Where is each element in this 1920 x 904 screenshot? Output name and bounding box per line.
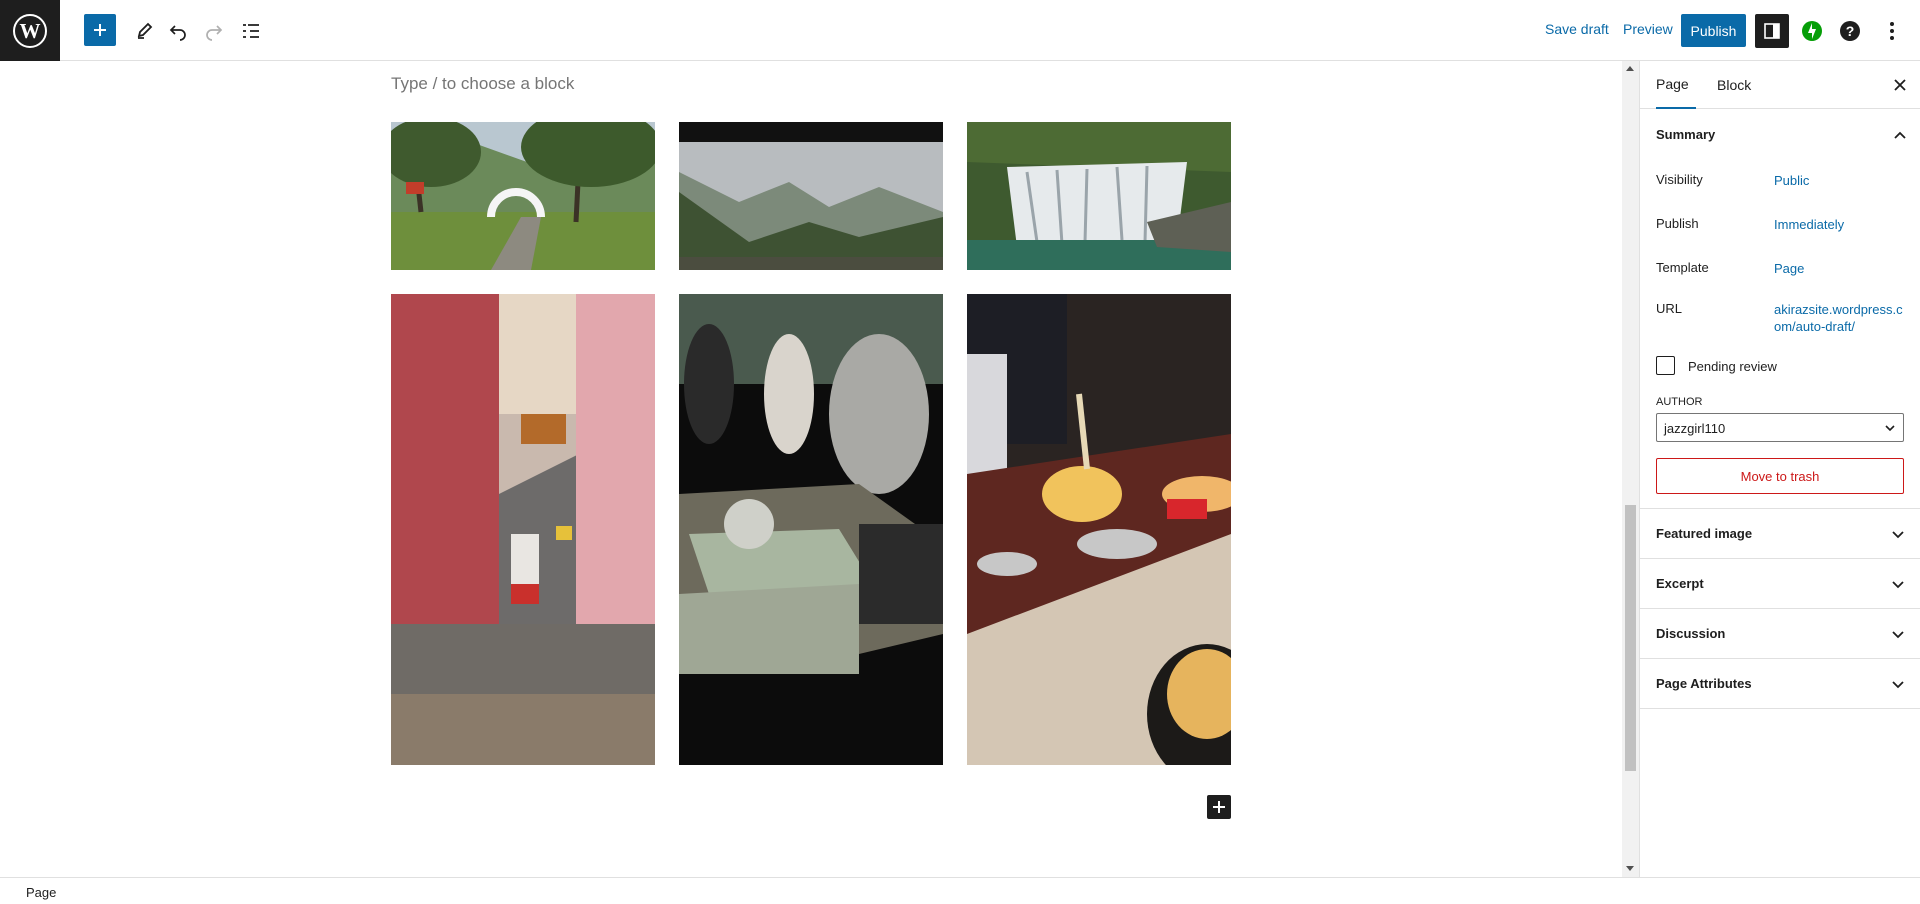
- author-select-value: jazzgirl110: [1664, 421, 1726, 436]
- tab-block[interactable]: Block: [1717, 61, 1757, 109]
- more-options-icon[interactable]: [1880, 16, 1904, 46]
- page-attributes-panel-title: Page Attributes: [1656, 676, 1752, 691]
- url-label: URL: [1656, 301, 1683, 316]
- pending-review-label: Pending review: [1688, 359, 1777, 374]
- url-value[interactable]: akirazsite.wordpress.c om/auto-draft/: [1774, 301, 1904, 335]
- redo-icon[interactable]: [199, 16, 229, 46]
- template-value[interactable]: Page: [1774, 260, 1804, 277]
- excerpt-panel[interactable]: Excerpt: [1640, 559, 1920, 609]
- append-block-button[interactable]: [1207, 795, 1231, 819]
- featured-image-panel-title: Featured image: [1656, 526, 1753, 541]
- svg-text:?: ?: [1846, 23, 1855, 39]
- gallery-image-park-bridge[interactable]: [391, 122, 655, 270]
- block-placeholder[interactable]: Type / to choose a block: [391, 74, 574, 94]
- jetpack-icon[interactable]: [1799, 18, 1825, 44]
- chevron-down-icon: [1892, 531, 1904, 539]
- undo-icon[interactable]: [163, 16, 193, 46]
- scroll-down-arrow-icon[interactable]: [1626, 866, 1634, 871]
- sidebar-tabs: Page Block: [1640, 61, 1920, 109]
- chevron-down-icon: [1892, 681, 1904, 689]
- settings-sidebar: Page Block Summary Visibility Public Pub…: [1639, 61, 1920, 877]
- publish-label: Publish: [1656, 216, 1699, 231]
- gallery-image-restaurant-meal[interactable]: [967, 294, 1231, 765]
- tab-page[interactable]: Page: [1656, 61, 1696, 109]
- publish-date-value[interactable]: Immediately: [1774, 216, 1844, 233]
- summary-panel-title[interactable]: Summary: [1656, 127, 1715, 142]
- gallery-image-jade-market[interactable]: [679, 294, 943, 765]
- save-draft-button[interactable]: Save draft: [1545, 21, 1609, 37]
- add-block-button[interactable]: [84, 14, 116, 46]
- scroll-up-arrow-icon[interactable]: [1626, 66, 1634, 71]
- scrollbar-thumb[interactable]: [1625, 505, 1636, 771]
- gallery-image-waterfall[interactable]: [967, 122, 1231, 270]
- wordpress-logo-icon[interactable]: W: [0, 0, 60, 61]
- canvas-scrollbar[interactable]: [1622, 61, 1639, 877]
- discussion-panel-title: Discussion: [1656, 626, 1726, 641]
- chevron-down-icon: [1892, 581, 1904, 589]
- editor-canvas: Type / to choose a block: [0, 61, 1622, 877]
- settings-sidebar-toggle-icon[interactable]: [1755, 14, 1789, 48]
- document-overview-list-icon[interactable]: [236, 16, 266, 46]
- featured-image-panel[interactable]: Featured image: [1640, 509, 1920, 559]
- chevron-down-icon: [1885, 425, 1895, 432]
- chevron-up-icon[interactable]: [1888, 123, 1912, 147]
- pending-review-checkbox[interactable]: [1656, 356, 1675, 375]
- author-label: AUTHOR: [1656, 396, 1703, 408]
- help-icon[interactable]: ?: [1837, 18, 1863, 44]
- excerpt-panel-title: Excerpt: [1656, 576, 1704, 591]
- summary-panel: Summary Visibility Public Publish Immedi…: [1640, 109, 1920, 509]
- visibility-value[interactable]: Public: [1774, 172, 1809, 189]
- discussion-panel[interactable]: Discussion: [1640, 609, 1920, 659]
- preview-button[interactable]: Preview: [1623, 21, 1673, 37]
- editor-footer: Page: [0, 877, 1920, 904]
- url-value-line-2: om/auto-draft/: [1774, 319, 1855, 334]
- svg-text:W: W: [20, 19, 41, 43]
- author-select[interactable]: jazzgirl110: [1656, 413, 1904, 442]
- move-to-trash-button[interactable]: Move to trash: [1656, 458, 1904, 494]
- template-label: Template: [1656, 260, 1709, 275]
- editor-header: W Save draft Preview Publish ?: [0, 0, 1920, 61]
- gallery-image-street-view[interactable]: [391, 294, 655, 765]
- gallery-image-mountain-valley[interactable]: [679, 122, 943, 270]
- close-sidebar-icon[interactable]: [1888, 73, 1912, 97]
- url-value-line-1: akirazsite.wordpress.c: [1774, 302, 1903, 317]
- chevron-down-icon: [1892, 631, 1904, 639]
- publish-button[interactable]: Publish: [1681, 14, 1746, 47]
- page-attributes-panel[interactable]: Page Attributes: [1640, 659, 1920, 709]
- visibility-label: Visibility: [1656, 172, 1703, 187]
- breadcrumb[interactable]: Page: [26, 885, 56, 900]
- edit-tools-pencil-icon[interactable]: [130, 16, 160, 46]
